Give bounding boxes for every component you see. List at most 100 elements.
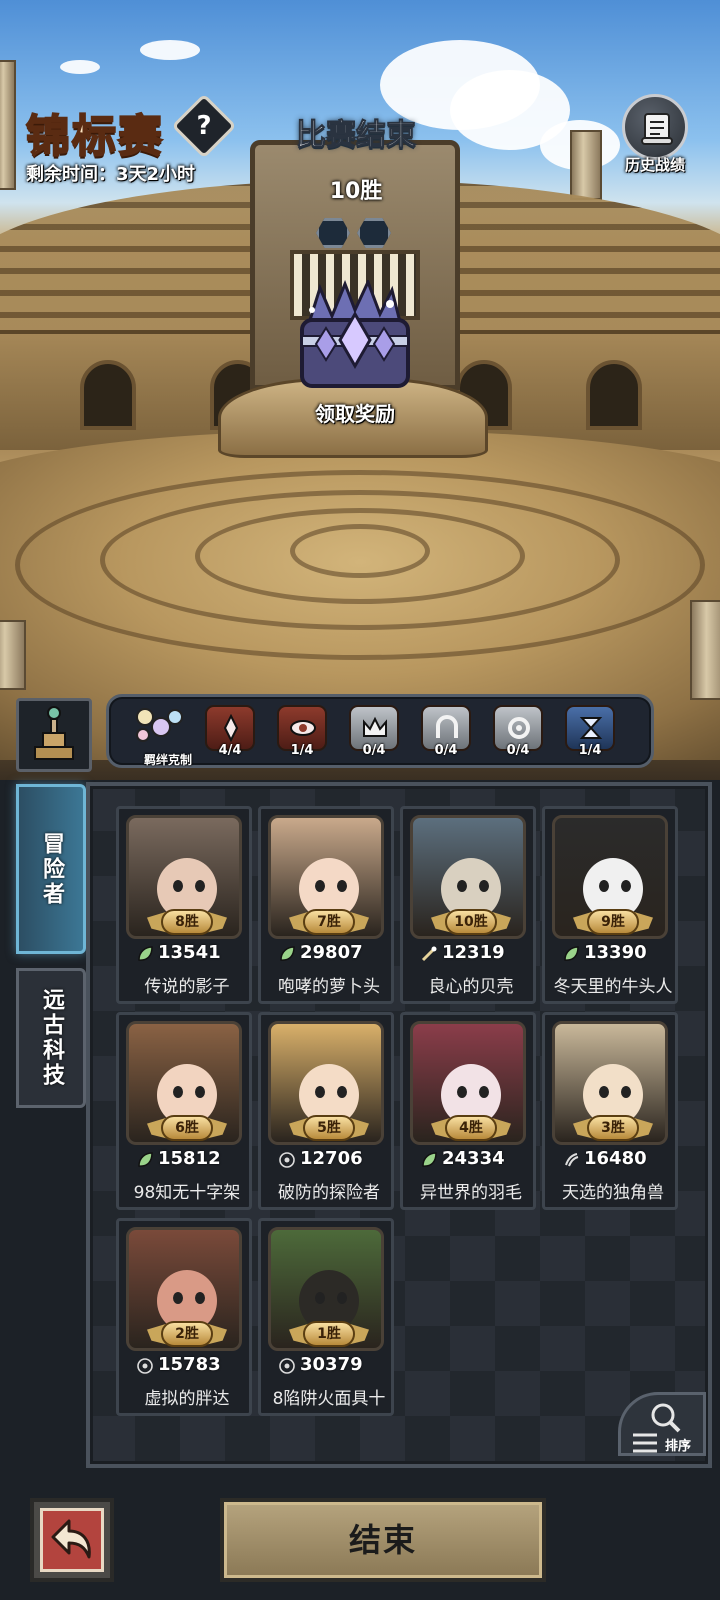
sort-button[interactable]: 排序: [618, 1392, 706, 1456]
hero-card[interactable]: 10胜 12319 良心的贝壳: [400, 806, 536, 1004]
hero-name: 虚拟的胖达: [144, 1389, 230, 1409]
hero-card[interactable]: 6胜 15812 98知无十字架: [116, 1012, 252, 1210]
bond-slot-diamond[interactable]: 4/4: [203, 705, 257, 761]
hero-name: 98知无十字架: [133, 1183, 241, 1203]
hero-wins: 7胜: [303, 909, 355, 935]
sort-label: 排序: [665, 1439, 692, 1454]
hero-name: 天选的独角兽: [562, 1183, 664, 1203]
hero-wins: 6胜: [161, 1115, 213, 1141]
hero-card[interactable]: 5胜 12706 破防的探险者: [258, 1012, 394, 1210]
tab-adventurer-label: 冒险者: [39, 831, 64, 907]
wins-badge: 5胜: [289, 1113, 369, 1143]
arch-icon: [436, 715, 458, 738]
power-row: 13541: [126, 942, 242, 966]
bond-slot-ring[interactable]: 0/4: [491, 705, 545, 761]
bond-count: 1/4: [578, 743, 602, 758]
hero-wins: 1胜: [303, 1321, 355, 1347]
power-row: 13390: [552, 942, 668, 966]
wand-icon: [421, 946, 437, 962]
wins-count: 10胜: [329, 179, 383, 204]
hero-wins: 8胜: [161, 909, 213, 935]
remaining-time: 剩余时间：3天2小时: [26, 164, 196, 185]
wins-badge: 4胜: [431, 1113, 511, 1143]
hero-wins: 3胜: [587, 1115, 639, 1141]
hero-card[interactable]: 7胜 29807 咆哮的萝卜头: [258, 806, 394, 1004]
hero-card[interactable]: 1胜 30379 8陷阱火面具十: [258, 1218, 394, 1416]
wins-badge: 6胜: [147, 1113, 227, 1143]
claim-reward-label[interactable]: 领取奖励: [290, 398, 420, 427]
tab-ancient-tech[interactable]: 远古科技: [16, 968, 86, 1108]
hourglass-icon: [579, 717, 603, 739]
treasure-chest-icon: [300, 278, 410, 388]
hero-name: 异世界的羽毛: [420, 1183, 522, 1203]
hero-wins: 4胜: [445, 1115, 497, 1141]
bond-slot-eye[interactable]: 1/4: [275, 705, 329, 761]
hero-power: 12706: [300, 1148, 363, 1169]
back-button[interactable]: [30, 1498, 114, 1582]
power-row: 12319: [410, 942, 526, 966]
hero-card[interactable]: 9胜 13390 冬天里的牛头人: [542, 806, 678, 1004]
bond-icon: [136, 708, 183, 742]
hero-power: 15783: [158, 1354, 221, 1375]
hero-name: 冬天里的牛头人: [553, 977, 673, 997]
target-icon: [137, 1358, 153, 1374]
bond-slot-hourglass[interactable]: 1/4: [563, 705, 617, 761]
leaf-icon: [138, 1152, 153, 1167]
history-record-button[interactable]: 历史战绩: [618, 94, 692, 176]
leaf-icon: [138, 946, 153, 961]
hero-power: 15812: [158, 1148, 221, 1169]
wins-badge: 7胜: [289, 907, 369, 937]
power-row: 12706: [268, 1148, 384, 1172]
hero-name: 传说的影子: [144, 977, 230, 997]
wins-badge: 9胜: [573, 907, 653, 937]
finish-button[interactable]: 结束: [220, 1498, 546, 1582]
wins-badge: 8胜: [147, 907, 227, 937]
power-row: 29807: [268, 942, 384, 966]
hero-power: 30379: [300, 1354, 363, 1375]
page-title: 锦标赛: [25, 110, 164, 163]
leaf-icon: [564, 946, 579, 961]
hero-wins: 2胜: [161, 1321, 213, 1347]
hero-name: 良心的贝壳: [428, 977, 514, 997]
scroll-icon: [641, 113, 673, 145]
hero-power: 24334: [442, 1148, 505, 1169]
leaf-icon: [280, 946, 295, 961]
eye-icon: [290, 720, 316, 736]
reward-chest[interactable]: [290, 278, 420, 396]
hero-card[interactable]: 4胜 24334 异世界的羽毛: [400, 1012, 536, 1210]
target-icon: [279, 1152, 295, 1168]
history-label: 历史战绩: [624, 156, 685, 174]
ring-icon: [508, 717, 530, 739]
bond-slot-crown[interactable]: 0/4: [347, 705, 401, 761]
hero-name: 破防的探险者: [278, 1183, 380, 1203]
finish-label: 结束: [348, 1521, 417, 1559]
bond-counter-button[interactable]: 羁绊克制: [121, 701, 192, 767]
hero-power: 13541: [158, 942, 221, 963]
power-row: 24334: [410, 1148, 526, 1172]
hero-power: 12319: [442, 942, 505, 963]
hero-card[interactable]: 3胜 16480 天选的独角兽: [542, 1012, 678, 1210]
wins-badge: 10胜: [431, 907, 511, 937]
diamond-spark-icon: [223, 714, 239, 742]
totem-button[interactable]: [16, 698, 92, 772]
power-row: 15783: [126, 1354, 242, 1378]
hero-wins: 5胜: [303, 1115, 355, 1141]
hero-card[interactable]: 8胜 13541 传说的影子: [116, 806, 252, 1004]
bond-count: 4/4: [218, 743, 242, 758]
bond-bar: 羁绊克制 4/4 1/4 0/4 0/4 0/4 1/4: [106, 694, 654, 768]
power-row: 30379: [268, 1354, 384, 1378]
tab-adventurer[interactable]: 冒险者: [16, 784, 86, 954]
match-status: 比赛结束: [296, 118, 417, 154]
claw-icon: [565, 1153, 579, 1167]
bond-slot-arch[interactable]: 0/4: [419, 705, 473, 761]
bond-count: 1/4: [290, 743, 314, 758]
hero-name: 咆哮的萝卜头: [278, 977, 380, 997]
bond-count: 0/4: [506, 743, 530, 758]
target-icon: [279, 1358, 295, 1374]
bond-count: 0/4: [362, 743, 386, 758]
wins-badge: 3胜: [573, 1113, 653, 1143]
leaf-icon: [422, 1152, 437, 1167]
hero-card[interactable]: 2胜 15783 虚拟的胖达: [116, 1218, 252, 1416]
wins-badge: 2胜: [147, 1319, 227, 1349]
bond-count: 0/4: [434, 743, 458, 758]
